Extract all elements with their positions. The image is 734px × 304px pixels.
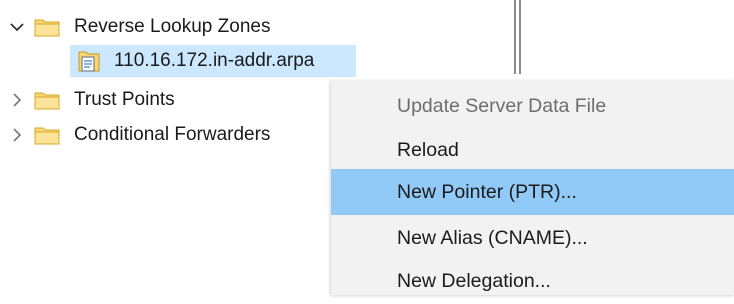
menu-item-label: Reload [397, 138, 459, 161]
tree-item-reverse-lookup-zones[interactable]: Reverse Lookup Zones [8, 11, 270, 43]
tree-item-conditional-forwarders[interactable]: Conditional Forwarders [8, 119, 270, 151]
chevron-right-icon[interactable] [8, 91, 26, 109]
menu-item-label: New Pointer (PTR)... [397, 180, 577, 203]
tree-item-label: Reverse Lookup Zones [74, 16, 271, 37]
chevron-right-icon[interactable] [8, 126, 26, 144]
tree-item-label: 110.16.172.in-addr.arpa [114, 50, 315, 71]
tree-item-trust-points[interactable]: Trust Points [8, 84, 175, 116]
folder-icon [34, 125, 60, 145]
menu-item-label: New Delegation... [397, 269, 551, 292]
folder-icon [34, 17, 60, 37]
folder-icon [34, 90, 60, 110]
tree-item-zone[interactable]: 110.16.172.in-addr.arpa [76, 45, 314, 77]
zone-file-icon [76, 48, 102, 74]
menu-item-label: Update Server Data File [397, 94, 607, 117]
menu-item-reload[interactable]: Reload [331, 127, 734, 173]
tree-item-label: Trust Points [74, 89, 175, 110]
tree-item-label: Conditional Forwarders [74, 124, 271, 145]
chevron-down-icon[interactable] [8, 18, 26, 36]
menu-item-new-pointer[interactable]: New Pointer (PTR)... [331, 169, 734, 215]
menu-item-label: New Alias (CNAME)... [397, 226, 588, 249]
menu-item-update-server-data-file: Update Server Data File [331, 83, 734, 129]
pane-splitter[interactable] [514, 0, 521, 74]
context-menu: Update Server Data File Reload New Point… [331, 80, 734, 295]
menu-item-new-delegation[interactable]: New Delegation... [331, 258, 734, 304]
menu-item-new-alias[interactable]: New Alias (CNAME)... [331, 215, 734, 261]
